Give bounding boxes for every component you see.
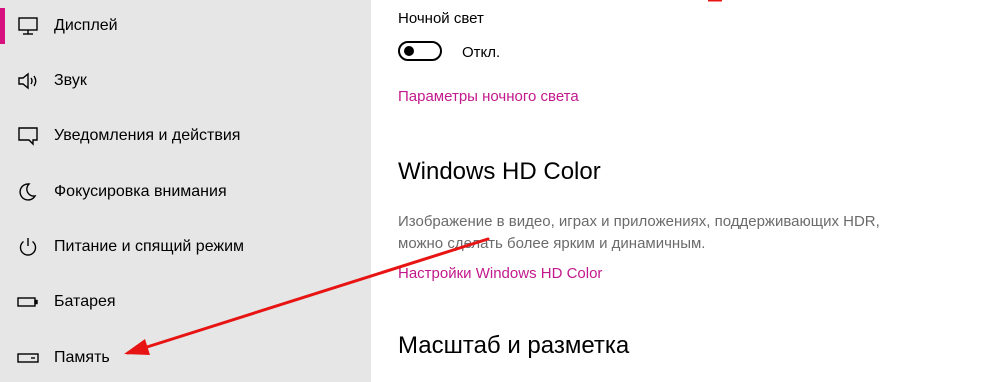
sidebar-item-label: Память <box>54 349 110 366</box>
hd-color-heading: Windows HD Color <box>398 158 601 185</box>
moon-icon <box>17 182 39 202</box>
sidebar-item-notifications[interactable]: Уведомления и действия <box>0 114 371 158</box>
night-light-title: Ночной свет <box>398 10 484 27</box>
sidebar-item-storage[interactable]: Память <box>0 336 371 380</box>
selected-indicator <box>0 8 5 44</box>
sidebar-item-label: Звук <box>54 72 87 89</box>
sidebar-item-label: Питание и спящий режим <box>54 238 245 255</box>
sidebar-item-power-sleep[interactable]: Питание и спящий режим <box>0 225 371 269</box>
sidebar-item-label: Дисплей <box>54 17 118 34</box>
scale-layout-heading: Масштаб и разметка <box>398 332 630 359</box>
storage-icon <box>17 348 39 368</box>
battery-icon <box>17 292 39 312</box>
sidebar-item-label: Батарея <box>54 293 116 310</box>
sidebar-item-sound[interactable]: Звук <box>0 59 371 103</box>
night-light-toggle-state: Откл. <box>462 44 501 61</box>
hd-color-settings-link[interactable]: Настройки Windows HD Color <box>398 264 602 284</box>
speaker-icon <box>17 71 39 91</box>
toggle-knob <box>404 46 414 56</box>
night-light-toggle[interactable] <box>398 41 442 61</box>
sidebar-item-battery[interactable]: Батарея <box>0 280 371 324</box>
night-light-settings-link[interactable]: Параметры ночного света <box>398 87 579 107</box>
sidebar-item-label: Фокусировка внимания <box>54 183 227 200</box>
settings-sidebar: Дисплей Звук Уведомления и действия Фоку… <box>0 0 371 382</box>
hd-color-description: Изображение в видео, играх и приложениях… <box>398 213 880 252</box>
sidebar-item-label: Уведомления и действия <box>54 127 241 144</box>
monitor-icon <box>17 16 39 36</box>
power-icon <box>17 237 39 257</box>
sidebar-item-display[interactable]: Дисплей <box>0 4 371 48</box>
display-settings-pane: Ночной свет Откл. Параметры ночного свет… <box>371 0 1000 382</box>
notification-icon <box>17 126 39 146</box>
sidebar-item-focus-assist[interactable]: Фокусировка внимания <box>0 170 371 214</box>
